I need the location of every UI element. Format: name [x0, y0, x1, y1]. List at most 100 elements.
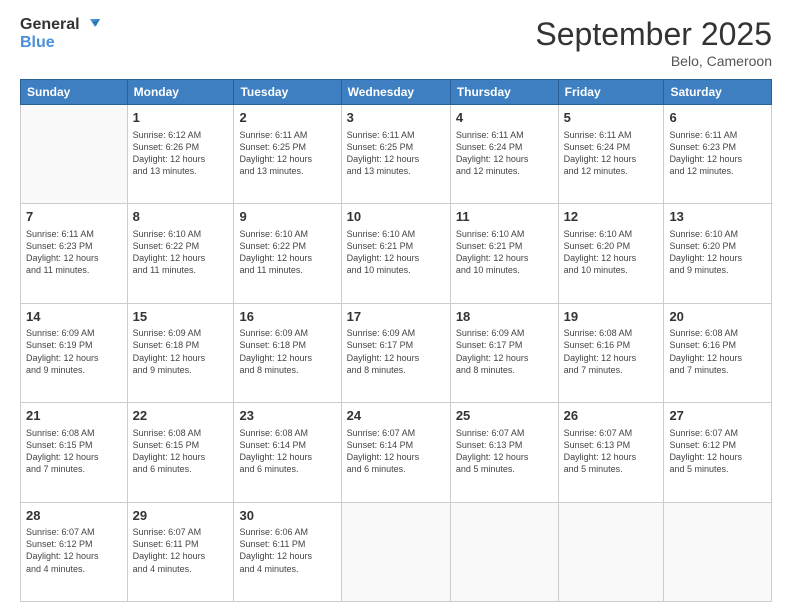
header-cell: Monday — [127, 80, 234, 105]
calendar-row: 21 Sunrise: 6:08 AM Sunset: 6:15 PM Dayli… — [21, 403, 772, 502]
day-info: Sunrise: 6:10 AM Sunset: 6:20 PM Dayligh… — [669, 228, 766, 277]
day-number: 9 — [239, 208, 335, 226]
day-number: 2 — [239, 109, 335, 127]
calendar-cell: 8 Sunrise: 6:10 AM Sunset: 6:22 PM Daylig… — [127, 204, 234, 303]
day-number: 27 — [669, 407, 766, 425]
calendar-cell: 13 Sunrise: 6:10 AM Sunset: 6:20 PM Dayli… — [664, 204, 772, 303]
calendar-cell: 11 Sunrise: 6:10 AM Sunset: 6:21 PM Dayli… — [450, 204, 558, 303]
day-number: 4 — [456, 109, 553, 127]
day-number: 24 — [347, 407, 445, 425]
day-number: 5 — [564, 109, 659, 127]
calendar-cell: 28Sunrise: 6:07 AM Sunset: 6:12 PM Dayli… — [21, 502, 128, 601]
day-info: Sunrise: 6:10 AM Sunset: 6:22 PM Dayligh… — [239, 228, 335, 277]
calendar-cell: 5 Sunrise: 6:11 AM Sunset: 6:24 PM Daylig… — [558, 105, 664, 204]
day-number: 8 — [133, 208, 229, 226]
calendar-cell: 6Sunrise: 6:11 AM Sunset: 6:23 PM Daylig… — [664, 105, 772, 204]
calendar-cell: 19Sunrise: 6:08 AM Sunset: 6:16 PM Dayli… — [558, 303, 664, 402]
calendar-row: 14Sunrise: 6:09 AM Sunset: 6:19 PM Dayli… — [21, 303, 772, 402]
calendar-row: 28Sunrise: 6:07 AM Sunset: 6:12 PM Dayli… — [21, 502, 772, 601]
logo: General Blue — [20, 16, 100, 51]
logo-bird-icon — [82, 17, 100, 33]
day-info: Sunrise: 6:10 AM Sunset: 6:22 PM Dayligh… — [133, 228, 229, 277]
day-number: 13 — [669, 208, 766, 226]
day-info: Sunrise: 6:07 AM Sunset: 6:12 PM Dayligh… — [669, 427, 766, 476]
day-number: 17 — [347, 308, 445, 326]
header-cell: Friday — [558, 80, 664, 105]
header-cell: Wednesday — [341, 80, 450, 105]
day-info: Sunrise: 6:11 AM Sunset: 6:23 PM Dayligh… — [669, 129, 766, 178]
calendar-cell: 30Sunrise: 6:06 AM Sunset: 6:11 PM Dayli… — [234, 502, 341, 601]
day-info: Sunrise: 6:07 AM Sunset: 6:11 PM Dayligh… — [133, 526, 229, 575]
calendar-cell: 20Sunrise: 6:08 AM Sunset: 6:16 PM Dayli… — [664, 303, 772, 402]
logo-blue: Blue — [20, 34, 55, 52]
day-info: Sunrise: 6:09 AM Sunset: 6:18 PM Dayligh… — [133, 327, 229, 376]
day-info: Sunrise: 6:06 AM Sunset: 6:11 PM Dayligh… — [239, 526, 335, 575]
title-block: September 2025 Belo, Cameroon — [535, 16, 772, 69]
calendar-cell: 26Sunrise: 6:07 AM Sunset: 6:13 PM Dayli… — [558, 403, 664, 502]
calendar-cell — [450, 502, 558, 601]
day-info: Sunrise: 6:08 AM Sunset: 6:15 PM Dayligh… — [133, 427, 229, 476]
calendar-cell: 24 Sunrise: 6:07 AM Sunset: 6:14 PM Dayli… — [341, 403, 450, 502]
calendar-cell: 23Sunrise: 6:08 AM Sunset: 6:14 PM Dayli… — [234, 403, 341, 502]
day-number: 28 — [26, 507, 122, 525]
header-cell: Thursday — [450, 80, 558, 105]
day-info: Sunrise: 6:08 AM Sunset: 6:16 PM Dayligh… — [564, 327, 659, 376]
day-number: 21 — [26, 407, 122, 425]
calendar-cell: 10Sunrise: 6:10 AM Sunset: 6:21 PM Dayli… — [341, 204, 450, 303]
calendar-cell: 25Sunrise: 6:07 AM Sunset: 6:13 PM Dayli… — [450, 403, 558, 502]
header-cell: Saturday — [664, 80, 772, 105]
day-number: 30 — [239, 507, 335, 525]
calendar-cell: 17Sunrise: 6:09 AM Sunset: 6:17 PM Dayli… — [341, 303, 450, 402]
calendar-cell — [558, 502, 664, 601]
day-number: 10 — [347, 208, 445, 226]
day-info: Sunrise: 6:09 AM Sunset: 6:18 PM Dayligh… — [239, 327, 335, 376]
day-info: Sunrise: 6:07 AM Sunset: 6:14 PM Dayligh… — [347, 427, 445, 476]
header-cell: Sunday — [21, 80, 128, 105]
calendar-cell — [664, 502, 772, 601]
day-info: Sunrise: 6:09 AM Sunset: 6:17 PM Dayligh… — [456, 327, 553, 376]
day-number: 20 — [669, 308, 766, 326]
calendar-cell: 3Sunrise: 6:11 AM Sunset: 6:25 PM Daylig… — [341, 105, 450, 204]
day-info: Sunrise: 6:12 AM Sunset: 6:26 PM Dayligh… — [133, 129, 229, 178]
header: General Blue September 2025 Belo, Camero… — [20, 16, 772, 69]
day-info: Sunrise: 6:08 AM Sunset: 6:15 PM Dayligh… — [26, 427, 122, 476]
calendar-table: SundayMondayTuesdayWednesdayThursdayFrid… — [20, 79, 772, 602]
day-number: 18 — [456, 308, 553, 326]
day-info: Sunrise: 6:10 AM Sunset: 6:20 PM Dayligh… — [564, 228, 659, 277]
day-number: 15 — [133, 308, 229, 326]
day-info: Sunrise: 6:09 AM Sunset: 6:17 PM Dayligh… — [347, 327, 445, 376]
day-info: Sunrise: 6:10 AM Sunset: 6:21 PM Dayligh… — [456, 228, 553, 277]
calendar-cell: 18Sunrise: 6:09 AM Sunset: 6:17 PM Dayli… — [450, 303, 558, 402]
calendar-cell: 4 Sunrise: 6:11 AM Sunset: 6:24 PM Daylig… — [450, 105, 558, 204]
logo-text: General Blue — [20, 16, 100, 51]
day-info: Sunrise: 6:07 AM Sunset: 6:13 PM Dayligh… — [564, 427, 659, 476]
calendar-cell: 29Sunrise: 6:07 AM Sunset: 6:11 PM Dayli… — [127, 502, 234, 601]
calendar-cell: 27 Sunrise: 6:07 AM Sunset: 6:12 PM Dayli… — [664, 403, 772, 502]
day-number: 16 — [239, 308, 335, 326]
day-number: 23 — [239, 407, 335, 425]
calendar-cell: 1 Sunrise: 6:12 AM Sunset: 6:26 PM Daylig… — [127, 105, 234, 204]
calendar-cell: 2Sunrise: 6:11 AM Sunset: 6:25 PM Daylig… — [234, 105, 341, 204]
location: Belo, Cameroon — [535, 53, 772, 69]
calendar-row: 1 Sunrise: 6:12 AM Sunset: 6:26 PM Daylig… — [21, 105, 772, 204]
day-number: 1 — [133, 109, 229, 127]
calendar-cell: 21 Sunrise: 6:08 AM Sunset: 6:15 PM Dayli… — [21, 403, 128, 502]
page: General Blue September 2025 Belo, Camero… — [0, 0, 792, 612]
day-number: 12 — [564, 208, 659, 226]
calendar-cell: 16Sunrise: 6:09 AM Sunset: 6:18 PM Dayli… — [234, 303, 341, 402]
day-info: Sunrise: 6:09 AM Sunset: 6:19 PM Dayligh… — [26, 327, 122, 376]
calendar-row: 7Sunrise: 6:11 AM Sunset: 6:23 PM Daylig… — [21, 204, 772, 303]
calendar-cell: 15Sunrise: 6:09 AM Sunset: 6:18 PM Dayli… — [127, 303, 234, 402]
calendar-cell — [21, 105, 128, 204]
day-number: 7 — [26, 208, 122, 226]
day-number: 19 — [564, 308, 659, 326]
day-number: 11 — [456, 208, 553, 226]
calendar-cell: 14Sunrise: 6:09 AM Sunset: 6:19 PM Dayli… — [21, 303, 128, 402]
day-info: Sunrise: 6:08 AM Sunset: 6:16 PM Dayligh… — [669, 327, 766, 376]
day-info: Sunrise: 6:11 AM Sunset: 6:24 PM Dayligh… — [564, 129, 659, 178]
day-number: 29 — [133, 507, 229, 525]
day-info: Sunrise: 6:11 AM Sunset: 6:24 PM Dayligh… — [456, 129, 553, 178]
day-number: 22 — [133, 407, 229, 425]
header-cell: Tuesday — [234, 80, 341, 105]
day-number: 25 — [456, 407, 553, 425]
